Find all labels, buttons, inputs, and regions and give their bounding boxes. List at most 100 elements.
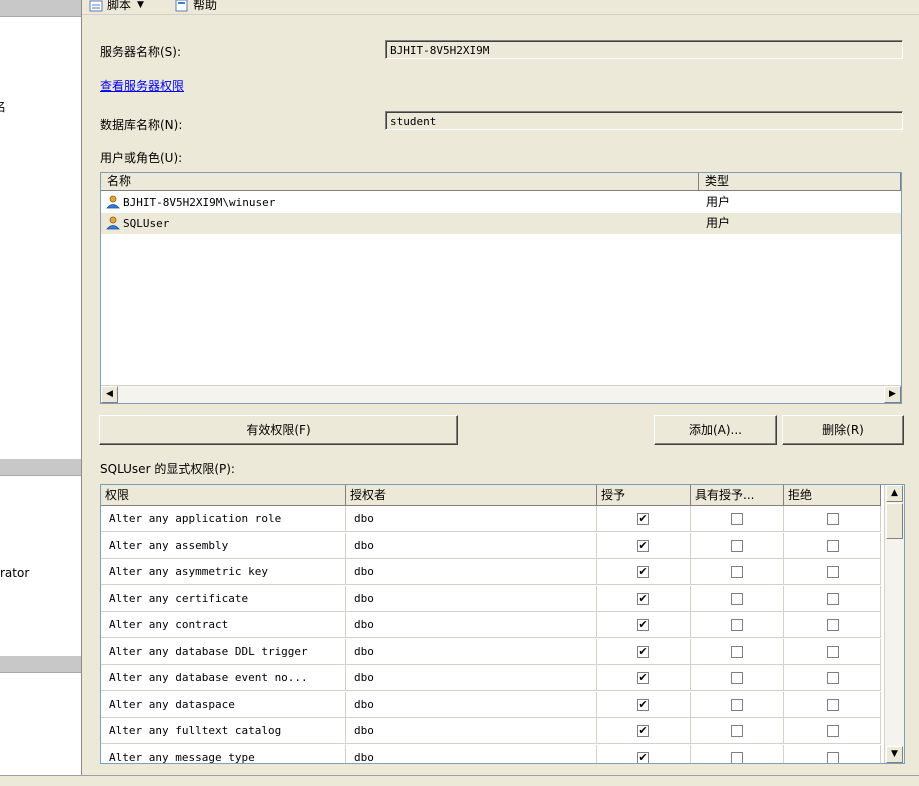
permission-grantor: dbo — [346, 612, 597, 638]
users-roles-list[interactable]: 名称 类型 BJHIT-8V5H2XI9M\winuser 用户 SQLUser… — [100, 172, 902, 404]
help-icon — [175, 0, 188, 11]
grant-checkbox[interactable]: ✔ — [637, 725, 649, 737]
permission-row[interactable]: Alter any asymmetric key dbo ✔ — [101, 559, 881, 585]
permission-row[interactable]: Alter any application role dbo ✔ — [101, 506, 881, 532]
permission-row[interactable]: Alter any database DDL trigger dbo ✔ — [101, 638, 881, 665]
permission-name: Alter any dataspace — [101, 691, 346, 718]
permission-name: Alter any assembly — [101, 532, 346, 559]
deny-checkbox[interactable] — [827, 539, 839, 552]
permission-grantor: dbo — [346, 559, 597, 585]
permissions-panel: 脚本 ▼ 帮助 服务器名称(S): BJHIT-8V5H2XI9M 查看服务器权… — [82, 0, 919, 785]
script-icon — [89, 0, 103, 11]
grant-checkbox[interactable]: ✔ — [637, 592, 649, 605]
permission-grantor: dbo — [346, 506, 597, 532]
permission-grantor: dbo — [346, 665, 597, 691]
database-name-label: 数据库名称(N): — [100, 118, 183, 132]
permission-name: Alter any database event no... — [101, 665, 346, 691]
vertical-scrollbar[interactable]: ▲ ▼ — [884, 485, 904, 763]
deny-checkbox[interactable] — [827, 645, 839, 658]
with-grant-checkbox[interactable] — [731, 566, 743, 578]
scroll-up-arrow-icon[interactable]: ▲ — [886, 485, 903, 502]
grant-checkbox[interactable]: ✔ — [637, 751, 649, 763]
with-grant-checkbox[interactable] — [731, 539, 743, 552]
scrollbar-thumb[interactable] — [886, 503, 903, 539]
permission-name: Alter any application role — [101, 506, 346, 532]
grant-checkbox[interactable]: ✔ — [637, 539, 649, 552]
left-pane-text-2: rator — [0, 566, 30, 580]
user-icon — [106, 216, 120, 230]
permission-row[interactable]: Alter any dataspace dbo ✔ — [101, 691, 881, 718]
column-header-permission[interactable]: 权限 — [101, 485, 346, 505]
effective-permissions-button[interactable]: 有效权限(F) — [99, 415, 458, 445]
left-pane-header-1 — [0, 0, 81, 17]
script-menu-button[interactable]: 脚本 ▼ — [88, 0, 144, 13]
grant-checkbox[interactable]: ✔ — [637, 698, 649, 711]
column-header-name[interactable]: 名称 — [101, 173, 699, 190]
scroll-right-arrow-icon[interactable]: ▶ — [884, 386, 901, 403]
view-server-permissions-link[interactable]: 查看服务器权限 — [100, 77, 184, 94]
column-header-grant[interactable]: 授予 — [597, 485, 691, 505]
permission-name: Alter any message type — [101, 744, 346, 763]
with-grant-checkbox[interactable] — [731, 751, 743, 763]
permissions-grid-header: 权限 授权者 授予 具有授予... 拒绝 — [101, 485, 881, 506]
with-grant-checkbox[interactable] — [731, 592, 743, 605]
permission-grantor: dbo — [346, 532, 597, 559]
with-grant-checkbox[interactable] — [731, 698, 743, 711]
left-pane-header-3 — [0, 656, 81, 673]
user-row[interactable]: BJHIT-8V5H2XI9M\winuser 用户 — [101, 192, 901, 213]
toolbar: 脚本 ▼ 帮助 — [82, 0, 919, 15]
grant-checkbox[interactable]: ✔ — [637, 513, 649, 525]
column-header-type[interactable]: 类型 — [699, 173, 901, 190]
column-header-with-grant[interactable]: 具有授予... — [691, 485, 784, 505]
deny-checkbox[interactable] — [827, 725, 839, 737]
user-row[interactable]: SQLUser 用户 — [101, 213, 901, 234]
with-grant-checkbox[interactable] — [731, 672, 743, 684]
user-name: SQLUser — [123, 217, 170, 230]
help-button[interactable]: 帮助 — [174, 0, 217, 13]
scroll-down-arrow-icon[interactable]: ▼ — [886, 746, 903, 763]
left-pane-text-1: 名 — [0, 98, 6, 115]
chevron-down-icon: ▼ — [137, 0, 144, 10]
column-header-grantor[interactable]: 授权者 — [346, 485, 597, 505]
help-label: 帮助 — [193, 0, 218, 12]
permission-name: Alter any contract — [101, 612, 346, 638]
permission-grantor: dbo — [346, 638, 597, 665]
user-type: 用户 — [706, 216, 731, 230]
deny-checkbox[interactable] — [827, 513, 839, 525]
grant-checkbox[interactable]: ✔ — [637, 645, 649, 658]
add-button[interactable]: 添加(A)... — [654, 415, 777, 445]
deny-checkbox[interactable] — [827, 751, 839, 763]
grant-checkbox[interactable]: ✔ — [637, 619, 649, 631]
permission-name: Alter any database DDL trigger — [101, 638, 346, 665]
explicit-permissions-grid[interactable]: 权限 授权者 授予 具有授予... 拒绝 Alter any applicati… — [100, 484, 905, 764]
permission-row[interactable]: Alter any certificate dbo ✔ — [101, 585, 881, 612]
grant-checkbox[interactable]: ✔ — [637, 672, 649, 684]
with-grant-checkbox[interactable] — [731, 619, 743, 631]
database-name-field[interactable]: student — [385, 111, 903, 130]
left-pane-header-2 — [0, 459, 81, 476]
with-grant-checkbox[interactable] — [731, 513, 743, 525]
grant-checkbox[interactable]: ✔ — [637, 566, 649, 578]
deny-checkbox[interactable] — [827, 566, 839, 578]
with-grant-checkbox[interactable] — [731, 725, 743, 737]
remove-button[interactable]: 删除(R) — [782, 415, 904, 445]
scroll-left-arrow-icon[interactable]: ◀ — [101, 386, 118, 403]
left-pane: 名 rator — [0, 0, 82, 785]
deny-checkbox[interactable] — [827, 619, 839, 631]
server-name-field[interactable]: BJHIT-8V5H2XI9M — [385, 40, 903, 59]
deny-checkbox[interactable] — [827, 698, 839, 711]
deny-checkbox[interactable] — [827, 672, 839, 684]
permission-row[interactable]: Alter any database event no... dbo ✔ — [101, 665, 881, 691]
users-list-header: 名称 类型 — [101, 173, 901, 191]
permission-row[interactable]: Alter any fulltext catalog dbo ✔ — [101, 718, 881, 744]
deny-checkbox[interactable] — [827, 592, 839, 605]
explicit-permissions-label: SQLUser 的显式权限(P): — [100, 462, 235, 476]
column-header-deny[interactable]: 拒绝 — [784, 485, 881, 505]
permission-row[interactable]: Alter any message type dbo ✔ — [101, 744, 881, 763]
permission-row[interactable]: Alter any contract dbo ✔ — [101, 612, 881, 638]
permission-row[interactable]: Alter any assembly dbo ✔ — [101, 532, 881, 559]
permission-grantor: dbo — [346, 585, 597, 612]
script-menu-label: 脚本 — [107, 0, 132, 12]
horizontal-scrollbar[interactable]: ◀ ▶ — [101, 385, 901, 403]
with-grant-checkbox[interactable] — [731, 645, 743, 658]
